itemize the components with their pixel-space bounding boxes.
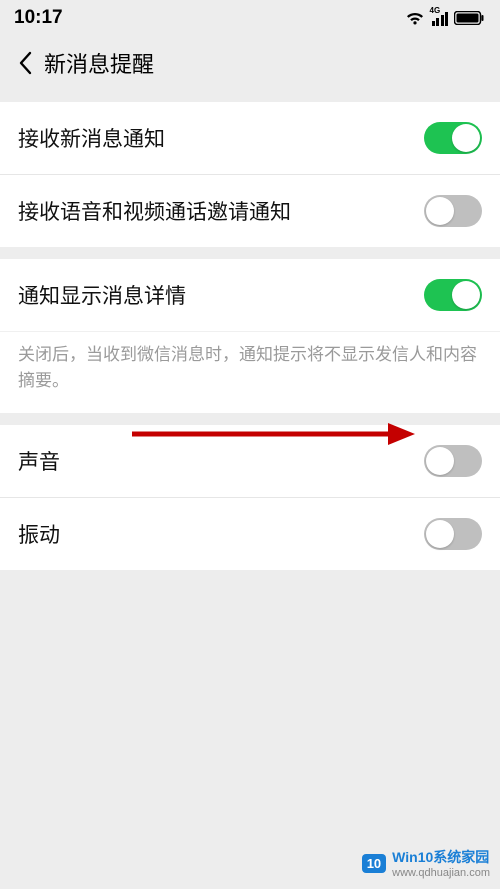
toggle-vibrate[interactable]	[424, 518, 482, 550]
status-indicators: 4G	[404, 10, 485, 26]
cellular-icon: 4G	[432, 10, 449, 26]
toggle-show-detail[interactable]	[424, 279, 482, 311]
wifi-icon	[404, 10, 426, 26]
nav-header: 新消息提醒	[0, 36, 500, 90]
status-bar: 10:17 4G	[0, 0, 500, 36]
watermark: 10 Win10系统家园 www.qdhuajian.com	[362, 847, 490, 879]
watermark-title: Win10系统家园	[392, 849, 489, 865]
row-label: 振动	[18, 519, 60, 549]
page-title: 新消息提醒	[44, 47, 154, 79]
row-label: 接收新消息通知	[18, 123, 165, 153]
row-sound[interactable]: 声音	[0, 425, 500, 497]
settings-group-notifications: 接收新消息通知 接收语音和视频通话邀请通知	[0, 102, 500, 247]
toggle-receive-av-invite[interactable]	[424, 195, 482, 227]
row-label: 声音	[18, 446, 60, 476]
row-show-detail[interactable]: 通知显示消息详情	[0, 259, 500, 331]
toggle-receive-new-messages[interactable]	[424, 122, 482, 154]
chevron-left-icon	[18, 51, 32, 75]
row-receive-av-invite[interactable]: 接收语音和视频通话邀请通知	[0, 174, 500, 247]
hint-show-detail: 关闭后，当收到微信消息时，通知提示将不显示发信人和内容摘要。	[0, 331, 500, 413]
row-vibrate[interactable]: 振动	[0, 497, 500, 570]
watermark-badge: 10	[362, 854, 386, 873]
row-label: 接收语音和视频通话邀请通知	[18, 196, 291, 226]
battery-icon	[454, 11, 484, 25]
status-time: 10:17	[14, 7, 63, 29]
settings-group-alerts: 声音 振动	[0, 425, 500, 570]
row-receive-new-messages[interactable]: 接收新消息通知	[0, 102, 500, 174]
row-label: 通知显示消息详情	[18, 280, 186, 310]
watermark-url: www.qdhuajian.com	[392, 867, 490, 879]
back-button[interactable]	[8, 46, 42, 80]
toggle-sound[interactable]	[424, 445, 482, 477]
settings-group-detail: 通知显示消息详情 关闭后，当收到微信消息时，通知提示将不显示发信人和内容摘要。	[0, 259, 500, 413]
